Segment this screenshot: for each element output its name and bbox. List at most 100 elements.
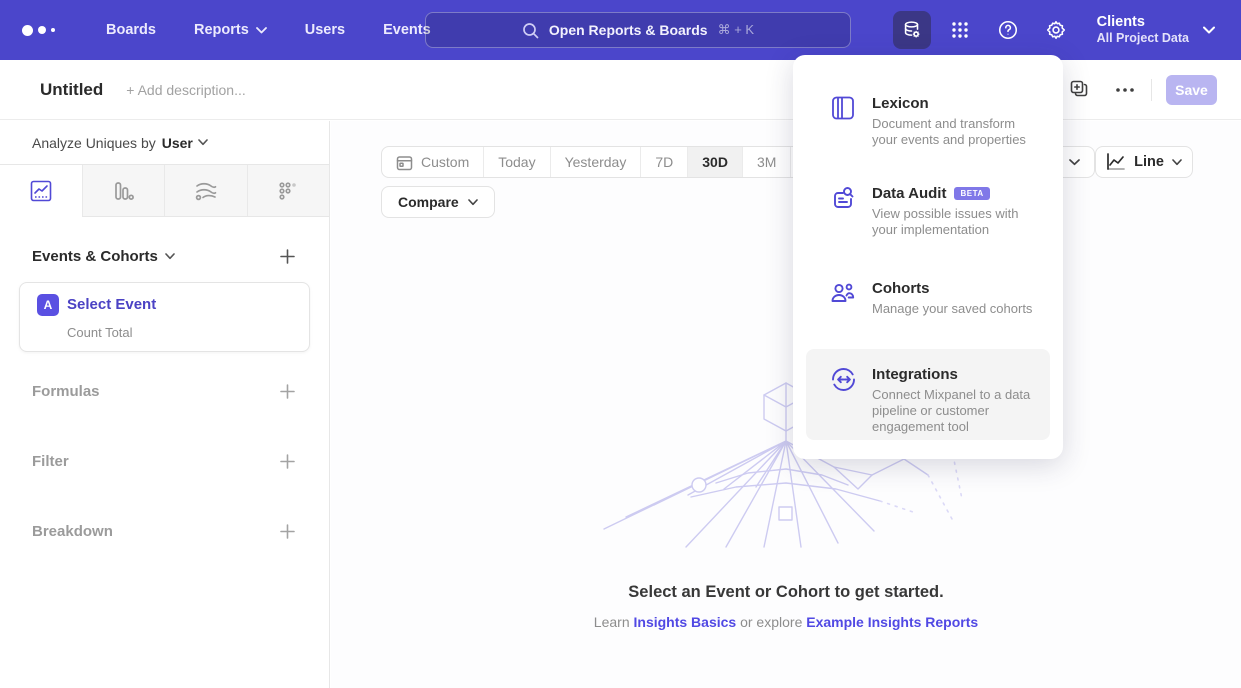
- chevron-down-icon: [468, 199, 478, 206]
- project-switcher[interactable]: Clients All Project Data: [1097, 14, 1215, 46]
- events-cohorts-header[interactable]: Events & Cohorts: [32, 248, 175, 265]
- chevron-down-icon: [256, 27, 267, 34]
- analyze-value-dropdown[interactable]: User: [162, 135, 208, 151]
- date-range-today[interactable]: Today: [484, 147, 550, 177]
- menu-item-description: View possible issues with your implement…: [872, 206, 1036, 238]
- menu-item-title: Lexicon: [872, 95, 929, 112]
- nav-item-label: Events: [383, 22, 431, 38]
- add-formula-button[interactable]: [276, 380, 299, 403]
- chevron-down-icon: [1069, 159, 1080, 166]
- chevron-down-icon: [1203, 26, 1215, 34]
- report-canvas: Custom Today Yesterday 7D 30D 3M 6M Comp…: [331, 121, 1241, 688]
- plus-icon: [280, 454, 295, 469]
- empty-state-heading: Select an Event or Cohort to get started…: [331, 583, 1241, 602]
- nav-item-users[interactable]: Users: [305, 22, 345, 38]
- beta-badge: BETA: [954, 187, 989, 200]
- filter-header: Filter: [32, 453, 69, 470]
- date-range-3m[interactable]: 3M: [743, 147, 791, 177]
- date-range-label: 7D: [655, 154, 673, 170]
- date-range-control: Custom Today Yesterday 7D 30D 3M 6M: [381, 146, 840, 178]
- cohorts-people-icon: [830, 280, 857, 306]
- chevron-down-icon: [165, 253, 175, 260]
- duplicate-button[interactable]: [1064, 74, 1095, 105]
- menu-item-description: Manage your saved cohorts: [872, 301, 1036, 317]
- date-range-yesterday[interactable]: Yesterday: [551, 147, 642, 177]
- date-range-7d[interactable]: 7D: [641, 147, 688, 177]
- lexicon-book-icon: [830, 95, 856, 121]
- menu-item-title: Integrations: [872, 366, 958, 383]
- event-count-type[interactable]: Count Total: [67, 325, 133, 340]
- empty-subtext-prefix: Learn: [594, 614, 630, 630]
- nav-item-label: Users: [305, 22, 345, 38]
- date-range-custom[interactable]: Custom: [382, 147, 484, 177]
- empty-state-subtext: Learn Insights Basics or explore Example…: [331, 614, 1241, 630]
- formulas-header: Formulas: [32, 383, 100, 400]
- analyze-value: User: [162, 135, 193, 151]
- calendar-icon: [396, 154, 413, 171]
- nav-item-reports[interactable]: Reports: [194, 22, 267, 38]
- menu-item-title: Cohorts: [872, 280, 930, 297]
- insights-basics-link[interactable]: Insights Basics: [634, 614, 737, 630]
- help-button[interactable]: [989, 11, 1027, 49]
- grid-dots-icon: [950, 20, 970, 40]
- chevron-down-icon: [198, 139, 208, 146]
- plus-icon: [280, 524, 295, 539]
- nav-menu: Boards Reports Users Events: [106, 22, 431, 38]
- save-button[interactable]: Save: [1166, 75, 1217, 105]
- nav-item-label: Boards: [106, 22, 156, 38]
- select-event-card[interactable]: A Select Event Count Total: [19, 282, 310, 352]
- example-reports-link[interactable]: Example Insights Reports: [806, 614, 978, 630]
- date-range-label: Custom: [421, 154, 469, 170]
- empty-subtext-middle: or explore: [740, 614, 802, 630]
- menu-item-description: Document and transform your events and p…: [872, 116, 1036, 148]
- tab-bar-chart[interactable]: [83, 165, 166, 216]
- menu-item-data-audit[interactable]: Data Audit BETA View possible issues wit…: [806, 178, 1050, 256]
- report-description-placeholder[interactable]: + Add description...: [126, 82, 245, 98]
- menu-item-integrations[interactable]: Integrations Connect Mixpanel to a data …: [806, 349, 1050, 440]
- logo-dot: [51, 28, 55, 32]
- bar-chart-icon: [112, 180, 134, 202]
- duplicate-icon: [1070, 80, 1089, 99]
- dots-grid-icon: [277, 180, 299, 202]
- select-event-label[interactable]: Select Event: [67, 296, 156, 313]
- add-filter-button[interactable]: [276, 450, 299, 473]
- tab-metric-chart[interactable]: [248, 165, 330, 216]
- breakdown-header: Breakdown: [32, 523, 113, 540]
- project-switcher-title: Clients: [1097, 14, 1189, 31]
- gear-icon: [1045, 19, 1067, 41]
- report-title[interactable]: Untitled: [40, 80, 103, 100]
- tab-stacked-chart[interactable]: [165, 165, 248, 216]
- compare-button[interactable]: Compare: [381, 186, 495, 218]
- plus-icon: [280, 384, 295, 399]
- date-range-30d[interactable]: 30D: [688, 147, 743, 177]
- database-gear-icon: [901, 19, 923, 41]
- search-shortcut: ⌘ + K: [718, 22, 755, 38]
- toolbar-divider: [1151, 79, 1152, 101]
- menu-item-cohorts[interactable]: Cohorts Manage your saved cohorts: [806, 273, 1050, 333]
- chart-type-dropdown[interactable]: Line: [1095, 146, 1193, 178]
- settings-button[interactable]: [1037, 11, 1075, 49]
- date-range-label: 3M: [757, 154, 776, 170]
- nav-item-events[interactable]: Events: [383, 22, 431, 38]
- menu-item-lexicon[interactable]: Lexicon Document and transform your even…: [806, 88, 1050, 166]
- data-management-button[interactable]: [893, 11, 931, 49]
- formulas-section: Formulas: [0, 373, 329, 409]
- stacked-flow-icon: [194, 180, 218, 202]
- apps-grid-button[interactable]: [941, 11, 979, 49]
- add-breakdown-button[interactable]: [276, 520, 299, 543]
- tab-line-chart[interactable]: [0, 165, 83, 216]
- menu-item-title: Data Audit: [872, 185, 946, 202]
- global-search[interactable]: Open Reports & Boards ⌘ + K: [425, 12, 851, 48]
- add-event-button[interactable]: [276, 245, 299, 268]
- plus-icon: [280, 249, 295, 264]
- nav-item-label: Reports: [194, 22, 249, 38]
- date-range-label: 30D: [702, 154, 728, 170]
- question-circle-icon: [997, 19, 1019, 41]
- more-options-button[interactable]: [1109, 81, 1141, 99]
- nav-item-boards[interactable]: Boards: [106, 22, 156, 38]
- integrations-sync-icon: [830, 366, 857, 393]
- line-chart-icon: [30, 180, 52, 202]
- chart-type-tabs: [0, 164, 329, 217]
- compare-label: Compare: [398, 194, 459, 210]
- mixpanel-logo[interactable]: [22, 25, 62, 36]
